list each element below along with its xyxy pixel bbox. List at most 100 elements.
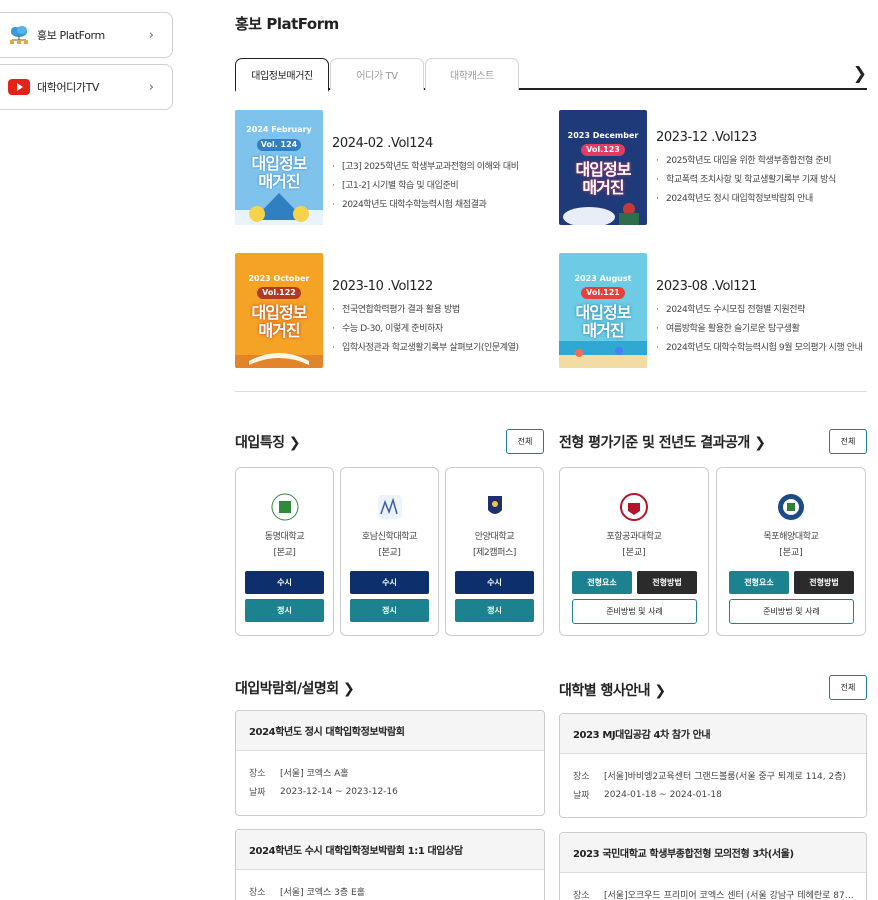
section-title-evaluation[interactable]: 전형 평가기준 및 전년도 결과공개 ❯ [559, 432, 766, 452]
chevron-right-icon[interactable]: ❯ [853, 64, 867, 84]
susi-button[interactable]: 수시 [350, 571, 429, 594]
cover-title: 대입정보 [575, 160, 632, 179]
jeongsi-button[interactable]: 정시 [245, 599, 324, 622]
university-card: 동명대학교 [본교] 수시 정시 [235, 467, 334, 636]
university-logo [378, 495, 402, 519]
list-item[interactable]: 2024학년도 대학수학능력시험 9월 모의평가 시행 안내 [656, 339, 869, 358]
event-place-row: 장소 [서울] 코엑스 3층 E홀 [236, 882, 544, 900]
cover-vol: Vol.123 [581, 144, 625, 156]
list-item[interactable]: 2024학년도 정시 대입학정보박람회 안내 [656, 190, 869, 209]
list-item[interactable]: 여름방학을 활용한 슬기로운 탐구생활 [656, 320, 869, 339]
magazine-item[interactable]: 2024 February Vol. 124 대입정보 매거진 2024-02 … [235, 110, 545, 225]
list-item[interactable]: [고3] 2025학년도 학생부교과전형의 이해와 대비 [332, 158, 545, 177]
university-card: 안양대학교 [제2캠퍼스] 수시 정시 [445, 467, 544, 636]
page-title: 홍보 PlatForm [235, 15, 339, 33]
view-all-button[interactable]: 전체 [829, 429, 867, 454]
university-event-card[interactable]: 2023 국민대학교 학생부종합전형 모의전형 3차(서울) 장소 [서울]오크우… [559, 832, 867, 900]
list-item[interactable]: 수능 D-30, 이렇게 준비하자 [332, 320, 545, 339]
magazine-cover[interactable]: 2023 December Vol.123 대입정보 매거진 [559, 110, 647, 225]
event-title[interactable]: 2023 국민대학교 학생부종합전형 모의전형 3차(서울) [560, 833, 866, 873]
list-item[interactable]: 전국연합학력평가 결과 활용 방법 [332, 301, 545, 320]
jeongsi-button[interactable]: 정시 [350, 599, 429, 622]
university-campus: [제2캠퍼스] [472, 548, 517, 558]
magazine-title[interactable]: 2023-12 .Vol123 [656, 130, 757, 145]
place-label: 장소 [249, 769, 266, 779]
cover-title: 대입정보 [575, 303, 632, 322]
event-place-row: 장소 [서울]바비엥2교육센터 그랜드볼룸(서울 중구 퇴계로 114, 2층) [560, 766, 866, 785]
section-title-admission[interactable]: 대입특징 ❯ [235, 432, 301, 452]
preparation-button[interactable]: 준비방법 및 사례 [572, 599, 697, 624]
event-title[interactable]: 2024학년도 수시 대학입학정보박람회 1:1 대입상담 [236, 830, 544, 870]
cover-illustration [235, 193, 323, 225]
cover-subtitle: 매거진 [258, 321, 300, 340]
jeongsi-button[interactable]: 정시 [455, 599, 534, 622]
view-all-button[interactable]: 전체 [506, 429, 544, 454]
sidebar-item-label: 홍보 PlatForm [37, 29, 105, 42]
list-item[interactable]: 2024학년도 수시모집 전형별 지원전략 [656, 301, 869, 320]
university-campus: [본교] [273, 548, 296, 558]
magazine-cover[interactable]: 2024 February Vol. 124 대입정보 매거진 [235, 110, 323, 225]
magazine-cover[interactable]: 2023 August Vol.121 대입정보 매거진 [559, 253, 647, 368]
section-title-fair[interactable]: 대입박람회/설명회 ❯ [235, 678, 355, 698]
magazine-title[interactable]: 2024-02 .Vol124 [332, 136, 433, 151]
evaluation-card: 목포해양대학교 [본교] 전형요소 전형방법 준비방법 및 사례 [716, 467, 866, 636]
view-all-button[interactable]: 전체 [829, 675, 867, 700]
susi-button[interactable]: 수시 [455, 571, 534, 594]
event-date-row: 날짜 2023-12-14 ~ 2023-12-16 [236, 782, 544, 801]
cover-subtitle: 매거진 [582, 321, 624, 340]
list-item[interactable]: 2024학년도 대학수학능력시험 채점결과 [332, 196, 545, 215]
date-value: 2023-12-14 ~ 2023-12-16 [280, 786, 398, 797]
event-date-row: 날짜 2024-01-18 ~ 2024-01-18 [560, 785, 866, 804]
cover-illustration [559, 341, 647, 368]
list-item[interactable]: 입학사정관과 학교생활기록부 살펴보기(인문계열) [332, 339, 545, 358]
university-event-card[interactable]: 2023 MJ대입공감 4차 참가 안내 장소 [서울]바비엥2교육센터 그랜드볼… [559, 713, 867, 818]
magazine-title[interactable]: 2023-08 .Vol121 [656, 279, 757, 294]
university-name: 안양대학교 [474, 532, 515, 542]
magazine-item[interactable]: 2023 December Vol.123 대입정보 매거진 2023-12 .… [559, 110, 869, 225]
cloud-network-icon [8, 24, 30, 46]
university-campus: [본교] [622, 548, 646, 558]
date-value: 2024-01-18 ~ 2024-01-18 [604, 789, 722, 800]
event-title[interactable]: 2024학년도 정시 대학입학정보박람회 [236, 711, 544, 751]
preparation-button[interactable]: 준비방법 및 사례 [729, 599, 854, 624]
magazine-item[interactable]: 2023 October Vol.122 대입정보 매거진 2023-10 .V… [235, 253, 545, 368]
university-name: 목포해양대학교 [763, 532, 819, 542]
section-title-events[interactable]: 대학별 행사안내 ❯ [559, 680, 666, 700]
university-campus: [본교] [378, 548, 401, 558]
method-button[interactable]: 전형방법 [637, 571, 697, 594]
university-logo [620, 493, 648, 521]
magazine-title[interactable]: 2023-10 .Vol122 [332, 279, 433, 294]
criteria-button[interactable]: 전형요소 [729, 571, 789, 594]
method-button[interactable]: 전형방법 [794, 571, 854, 594]
cover-illustration [235, 353, 323, 368]
place-label: 장소 [573, 891, 590, 900]
cover-vol: Vol. 124 [257, 139, 301, 151]
sidebar-item-platform[interactable]: 홍보 PlatForm › [0, 12, 173, 58]
university-name: 포항공과대학교 [606, 532, 662, 542]
university-card: 호남신학대학교 [본교] 수시 정시 [340, 467, 439, 636]
magazine-cover[interactable]: 2023 October Vol.122 대입정보 매거진 [235, 253, 323, 368]
university-name: 호남신학대학교 [361, 532, 418, 542]
place-label: 장소 [249, 888, 266, 898]
tab-cast[interactable]: 대학캐스트 [425, 58, 519, 90]
list-item[interactable]: 2025학년도 대입을 위한 학생부종합전형 준비 [656, 152, 869, 171]
tab-magazine[interactable]: 대입정보매거진 [235, 58, 329, 92]
magazine-item[interactable]: 2023 August Vol.121 대입정보 매거진 2023-08 .Vo… [559, 253, 869, 368]
list-item[interactable]: [고1-2] 시기별 학습 및 대입준비 [332, 177, 545, 196]
tab-tv[interactable]: 어디가 TV [330, 58, 424, 90]
criteria-button[interactable]: 전형요소 [572, 571, 632, 594]
place-value: [서울]오크우드 프리미어 코엑스 센터 (서울 강남구 테헤란로 87길 46… [604, 891, 866, 900]
place-label: 장소 [573, 772, 590, 782]
section-divider [235, 391, 867, 392]
sidebar-item-tv[interactable]: 대학어디가TV › [0, 64, 173, 110]
event-place-row: 장소 [서울] 코엑스 A홀 [236, 763, 544, 782]
university-campus: [본교] [779, 548, 803, 558]
cover-title: 대입정보 [251, 154, 308, 173]
list-item[interactable]: 학교폭력 조치사항 및 학교생활기록부 기재 방식 [656, 171, 869, 190]
susi-button[interactable]: 수시 [245, 571, 324, 594]
fair-event-card[interactable]: 2024학년도 정시 대학입학정보박람회 장소 [서울] 코엑스 A홀 날짜 202… [235, 710, 545, 816]
event-title[interactable]: 2023 MJ대입공감 4차 참가 안내 [560, 714, 866, 754]
cover-month: 2023 October [248, 274, 310, 283]
fair-event-card[interactable]: 2024학년도 수시 대학입학정보박람회 1:1 대입상담 장소 [서울] 코엑스… [235, 829, 545, 900]
magazine-topics: 2025학년도 대입을 위한 학생부종합전형 준비 학교폭력 조치사항 및 학교… [656, 152, 869, 209]
